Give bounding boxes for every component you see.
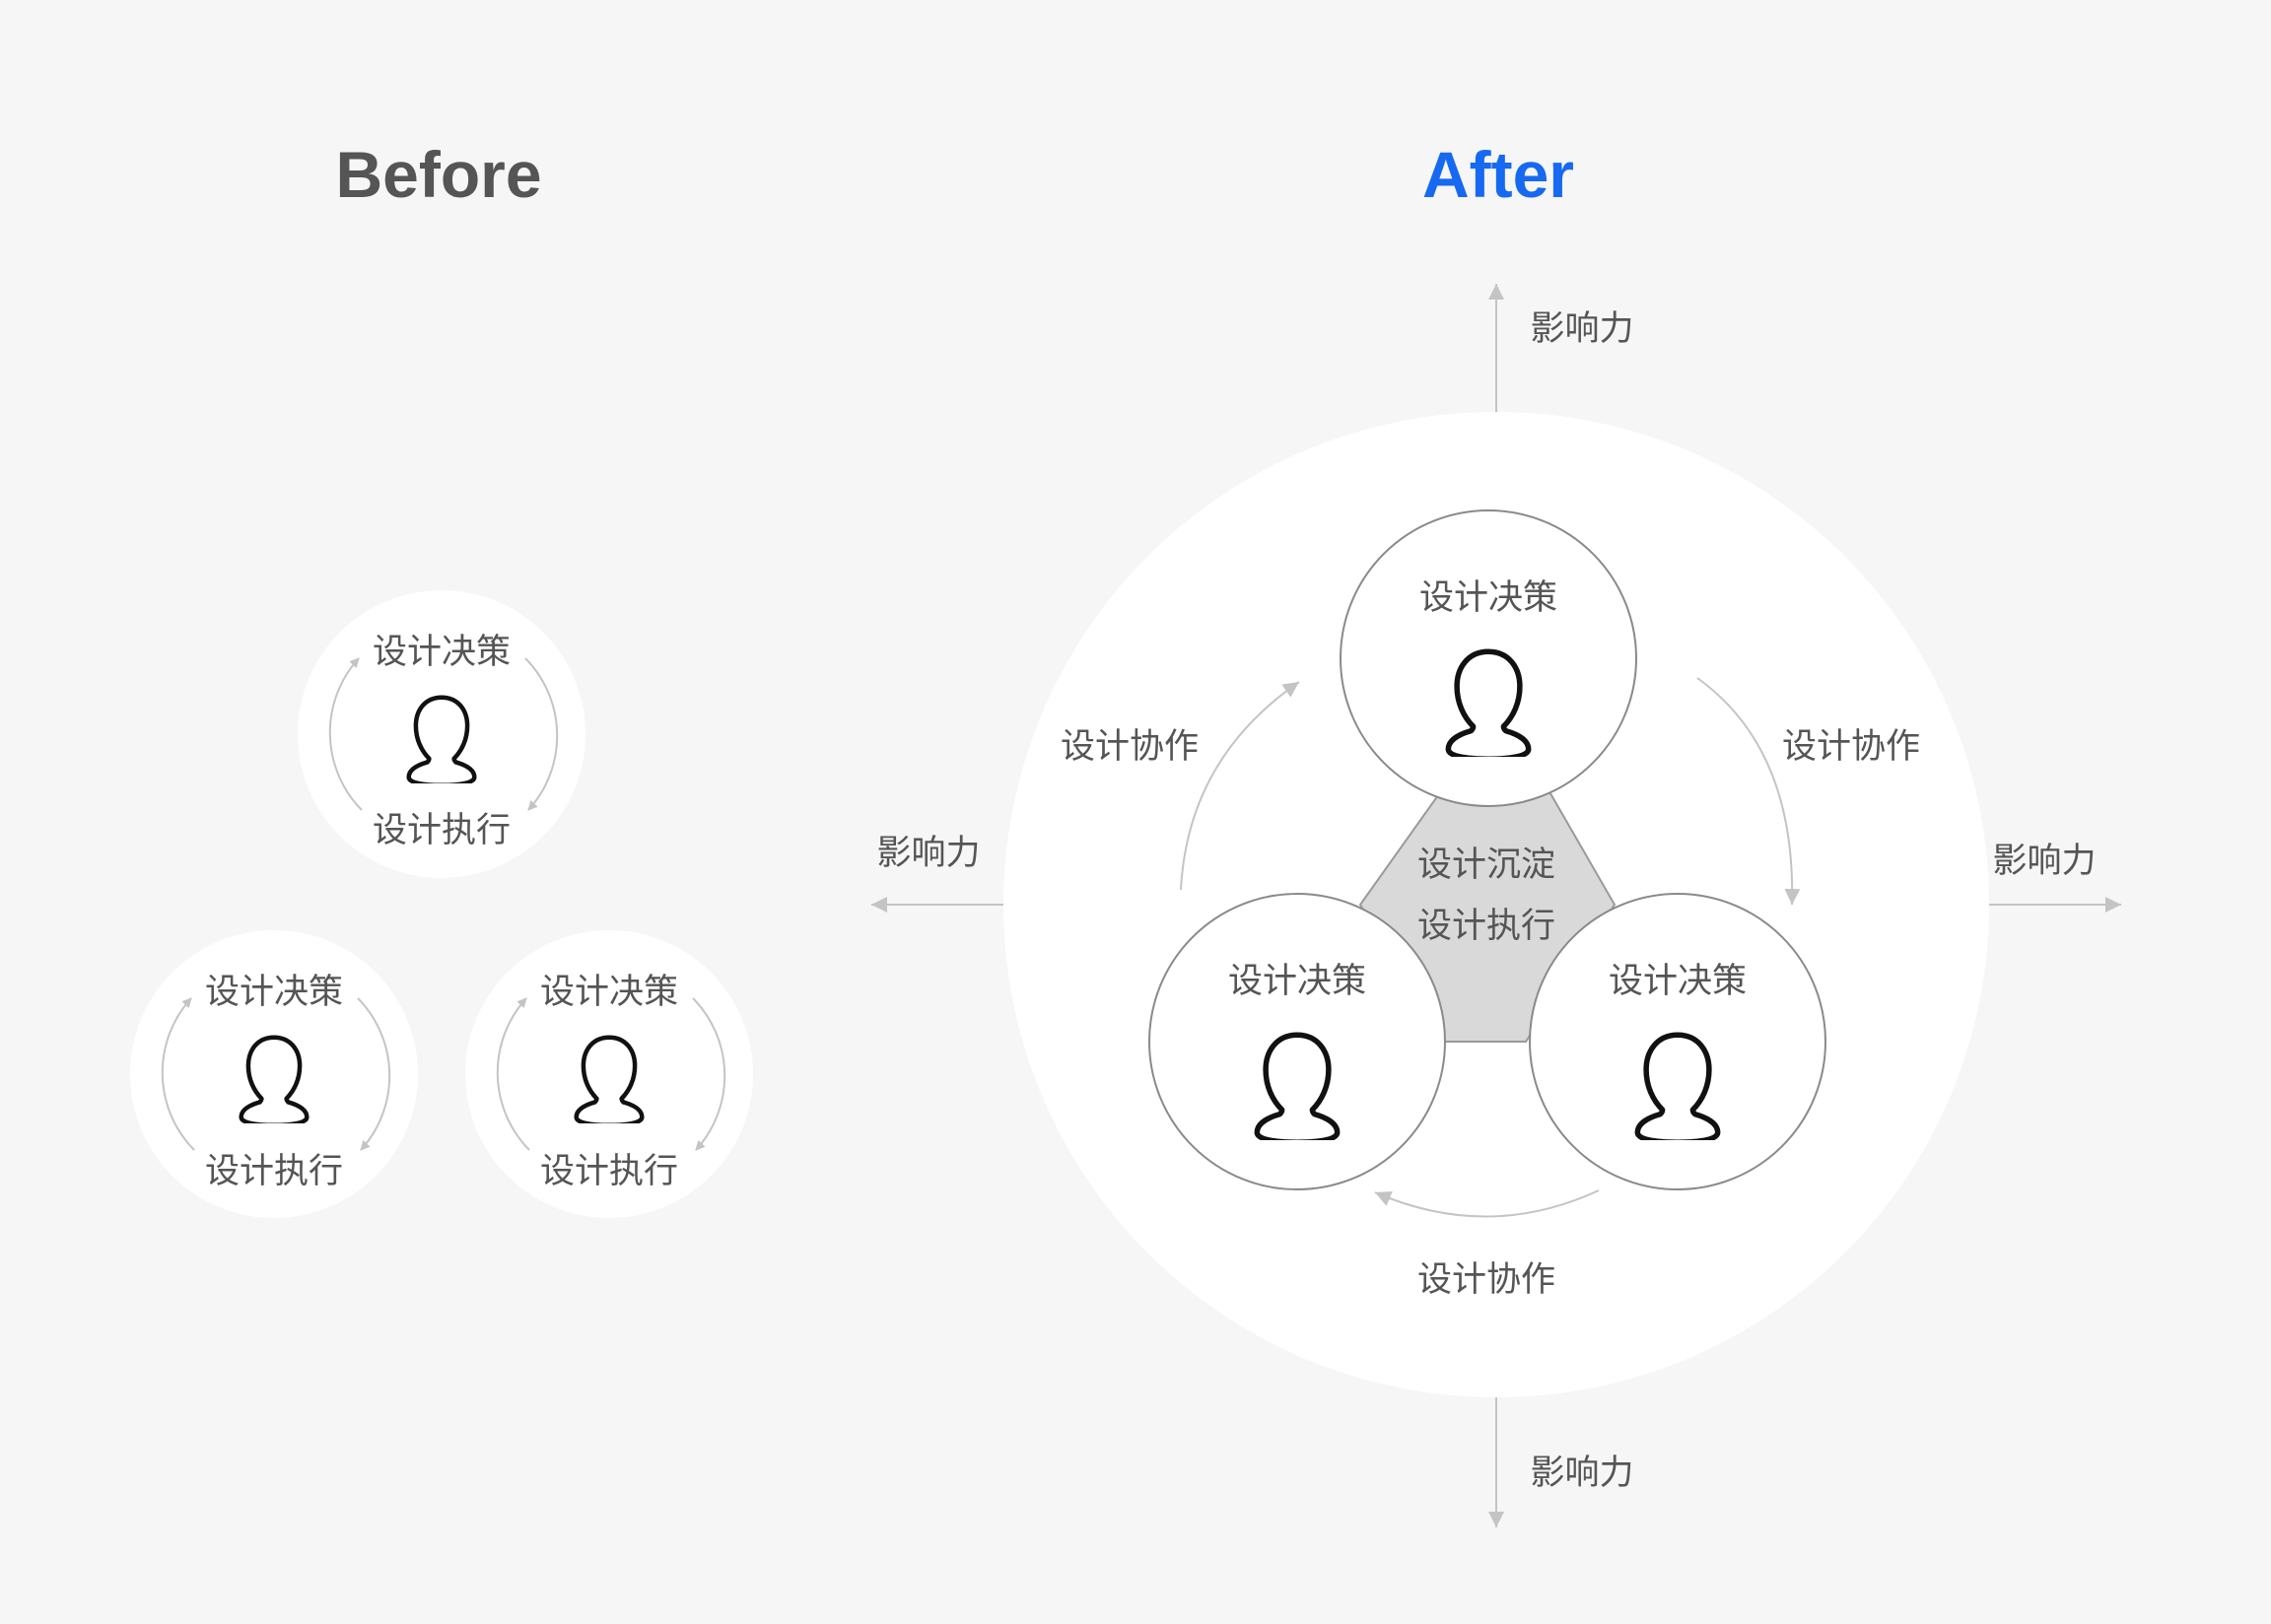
before-designer-unit: 设计决策 设计执行 — [298, 590, 585, 878]
execution-label: 设计执行 — [205, 1152, 343, 1191]
designer-circle — [1529, 893, 1826, 1190]
designer-circle — [1148, 893, 1446, 1190]
collaboration-label: 设计协作 — [1061, 727, 1199, 767]
execution-label: 设计执行 — [540, 1152, 678, 1191]
diagram-canvas: Before 设计决策 设计执行 设计决策 设计执行 设计决策 设计执行 Aft… — [0, 0, 2271, 1624]
designer-circle — [1340, 509, 1637, 807]
before-designer-unit: 设计决策 设计执行 — [130, 930, 418, 1218]
center-label-execution: 设计执行 — [1417, 907, 1555, 946]
before-designer-unit: 设计决策 设计执行 — [465, 930, 753, 1218]
execution-label: 设计执行 — [373, 811, 511, 850]
collaboration-label: 设计协作 — [1417, 1260, 1555, 1300]
after-designer-right: 设计决策 — [1529, 893, 1826, 1190]
decision-label: 设计决策 — [205, 973, 343, 1012]
decision-label: 设计决策 — [373, 633, 511, 672]
influence-label: 影响力 — [876, 834, 980, 873]
collaboration-label: 设计协作 — [1782, 727, 1920, 767]
decision-label: 设计决策 — [1609, 962, 1747, 1001]
decision-label: 设计决策 — [1419, 578, 1557, 618]
decision-label: 设计决策 — [540, 973, 678, 1012]
center-label-sediment: 设计沉淀 — [1417, 846, 1555, 885]
after-title: After — [1422, 138, 1574, 211]
influence-label: 影响力 — [1530, 1454, 1633, 1493]
after-designer-top: 设计决策 — [1340, 509, 1637, 807]
influence-label: 影响力 — [1530, 309, 1633, 349]
after-designer-left: 设计决策 — [1148, 893, 1446, 1190]
before-title: Before — [335, 138, 541, 211]
diagram-svg: Before 设计决策 设计执行 设计决策 设计执行 设计决策 设计执行 Aft… — [130, 138, 2121, 1527]
influence-label: 影响力 — [1992, 842, 2096, 881]
decision-label: 设计决策 — [1228, 962, 1366, 1001]
